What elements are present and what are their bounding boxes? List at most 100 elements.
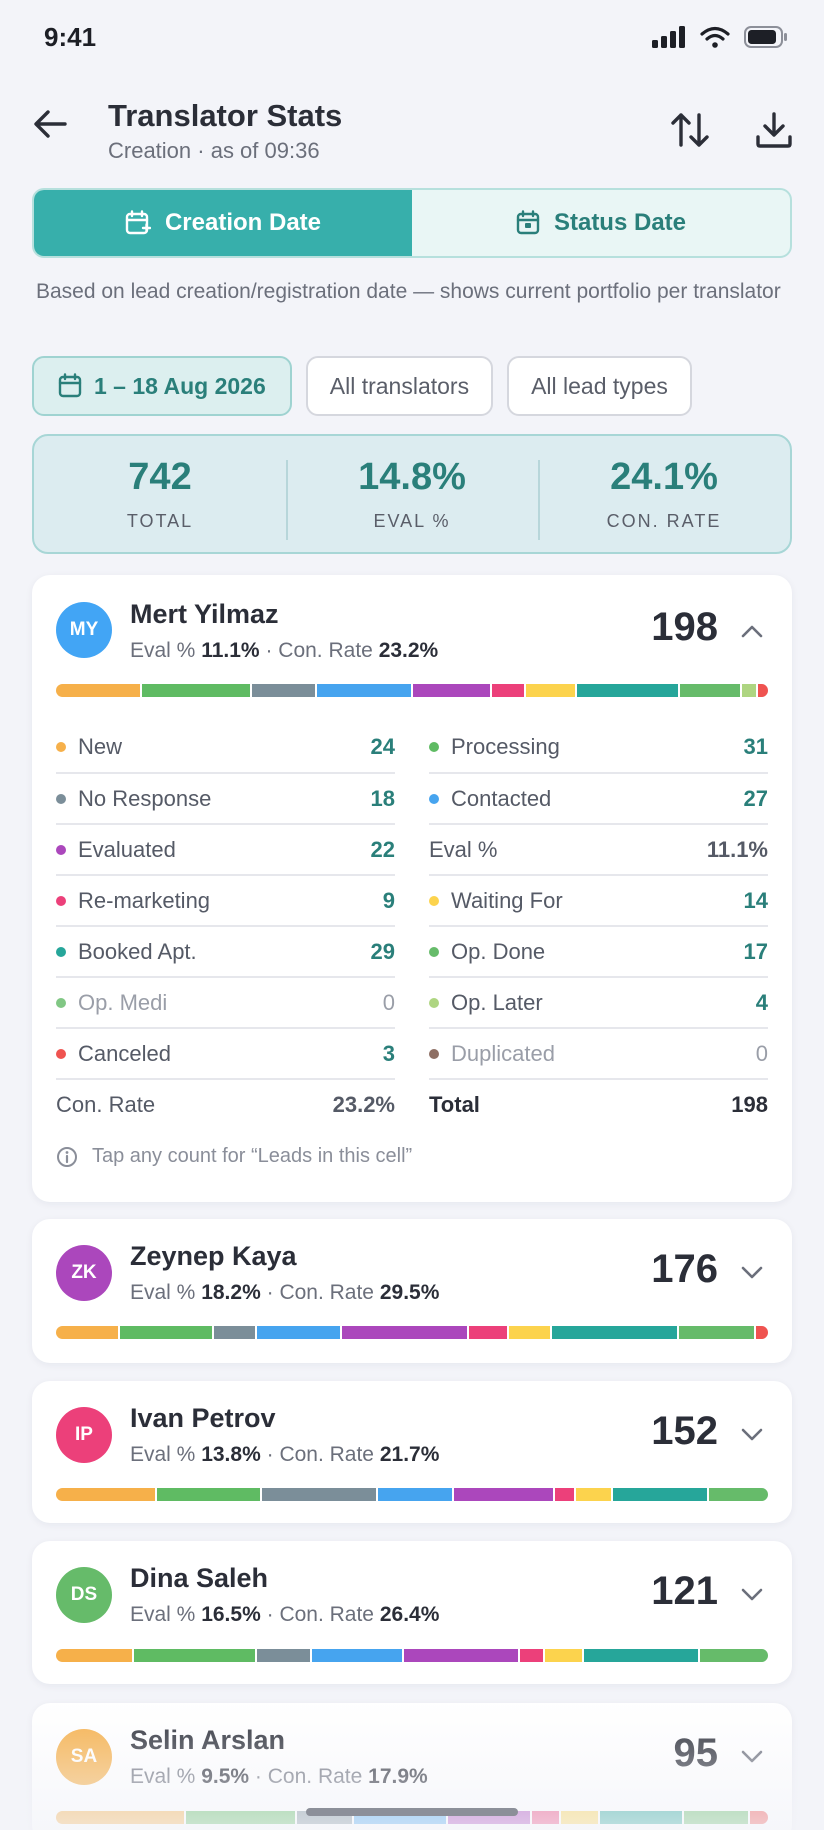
calendar-plus-icon	[125, 210, 151, 235]
expand-button[interactable]	[738, 1743, 766, 1771]
summary-value: 14.8%	[358, 456, 466, 498]
chevron-down-icon	[741, 1750, 763, 1763]
status-dot	[56, 844, 66, 855]
status-dot	[429, 793, 439, 804]
bar-segment	[576, 684, 679, 697]
breakdown-right: Processing 31 Contacted 27 Eval % 11.1% Wai…	[429, 721, 768, 1129]
page-subtitle: Creation · as of 09:36	[108, 138, 320, 163]
eval-row: Eval % 11.1%	[429, 823, 768, 874]
bar-segment	[749, 1811, 768, 1824]
download-icon	[756, 112, 792, 148]
breakdown-row[interactable]: Waiting For 14	[429, 874, 768, 925]
status-dot	[429, 741, 439, 752]
bar-segment	[120, 1326, 212, 1339]
header: Translator Stats Creation · as of 09:36	[0, 90, 824, 170]
chevron-down-icon	[741, 1266, 763, 1279]
bar-segment	[317, 684, 412, 697]
bar-segment	[525, 684, 575, 697]
tab-label: Creation Date	[164, 209, 322, 236]
bar-segment	[141, 684, 251, 697]
battery-icon	[744, 26, 788, 53]
bar-segment	[519, 1649, 543, 1662]
bar-segment	[56, 684, 140, 697]
chevron-down-icon	[741, 1588, 763, 1601]
collapse-button[interactable]	[738, 617, 766, 645]
bar-segment	[56, 1326, 119, 1339]
sort-button[interactable]	[668, 108, 712, 152]
status-bar-chart	[56, 1649, 768, 1662]
translator-card[interactable]: ZK Zeynep Kaya Eval % 18.2% · Con. Rate …	[32, 1219, 792, 1363]
breakdown-row[interactable]: New 24	[56, 721, 395, 772]
breakdown-row[interactable]: Evaluated 22	[56, 823, 395, 874]
tab-status-date[interactable]: Status Date	[412, 190, 790, 256]
bar-segment	[342, 1326, 468, 1339]
bar-segment	[508, 1326, 551, 1339]
expand-button[interactable]	[738, 1421, 766, 1449]
avatar: ZK	[56, 1245, 112, 1301]
translator-metrics: Eval % 16.5% · Con. Rate 26.4%	[130, 1603, 440, 1626]
bar-segment	[683, 1811, 748, 1824]
lead-type-filter[interactable]: All lead types	[507, 356, 692, 416]
bar-segment	[262, 1488, 376, 1501]
breakdown-row[interactable]: No Response 18	[56, 772, 395, 823]
avatar: DS	[56, 1567, 112, 1623]
summary-value: 24.1%	[610, 456, 718, 498]
mode-description: Based on lead creation/registration date…	[36, 280, 781, 303]
expand-button[interactable]	[738, 1581, 766, 1609]
bar-segment	[185, 1811, 296, 1824]
translator-total: 95	[673, 1731, 719, 1775]
breakdown-count: 27	[743, 785, 768, 811]
bar-segment	[612, 1488, 707, 1501]
expand-button[interactable]	[738, 1259, 766, 1287]
bar-segment	[678, 1326, 754, 1339]
bar-segment	[252, 684, 316, 697]
status-breakdown: New 24 No Response 18 Evaluated 22 Re-marke…	[56, 721, 768, 1129]
bar-segment	[708, 1488, 768, 1501]
date-range-filter[interactable]: 1 – 18 Aug 2026	[32, 356, 292, 416]
translator-total: 176	[651, 1247, 718, 1291]
breakdown-count: 4	[755, 989, 768, 1015]
translator-card[interactable]: IP Ivan Petrov Eval % 13.8% · Con. Rate …	[32, 1381, 792, 1523]
status-dot	[56, 946, 66, 957]
breakdown-row[interactable]: Processing 31	[429, 721, 768, 772]
translator-card[interactable]: MY Mert Yilmaz Eval % 11.1% · Con. Rate …	[32, 575, 792, 1202]
breakdown-count: 0	[382, 989, 395, 1015]
breakdown-count: 22	[370, 836, 395, 862]
translator-card[interactable]: DS Dina Saleh Eval % 16.5% · Con. Rate 2…	[32, 1541, 792, 1684]
breakdown-row[interactable]: Booked Apt. 29	[56, 925, 395, 976]
translator-metrics: Eval % 9.5% · Con. Rate 17.9%	[130, 1765, 428, 1788]
back-button[interactable]	[28, 102, 72, 146]
bar-segment	[404, 1649, 518, 1662]
status-dot	[429, 997, 439, 1008]
bar-segment	[757, 684, 768, 697]
breakdown-row[interactable]: Contacted 27	[429, 772, 768, 823]
avatar: IP	[56, 1407, 112, 1463]
breakdown-row[interactable]: Duplicated 0	[429, 1027, 768, 1078]
bar-segment	[554, 1488, 575, 1501]
bar-segment	[576, 1488, 611, 1501]
wifi-icon	[700, 26, 730, 53]
download-button[interactable]	[752, 108, 796, 152]
translator-metrics: Eval % 18.2% · Con. Rate 29.5%	[130, 1281, 440, 1304]
status-dot	[56, 793, 66, 804]
bar-segment	[56, 1488, 155, 1501]
breakdown-row[interactable]: Re-marketing 9	[56, 874, 395, 925]
breakdown-row[interactable]: Canceled 3	[56, 1027, 395, 1078]
breakdown-row[interactable]: Op. Medi 0	[56, 976, 395, 1027]
status-bar-chart	[56, 1488, 768, 1501]
translator-name: Ivan Petrov	[130, 1403, 276, 1433]
bar-segment	[469, 1326, 507, 1339]
home-indicator[interactable]	[306, 1808, 518, 1816]
breakdown-row[interactable]: Op. Later 4	[429, 976, 768, 1027]
sort-icon	[671, 113, 709, 147]
bar-segment	[699, 1649, 768, 1662]
tab-creation-date[interactable]: Creation Date	[34, 190, 412, 256]
date-mode-toggle: Creation Date Status Date	[32, 188, 792, 258]
breakdown-row[interactable]: Op. Done 17	[429, 925, 768, 976]
translator-filter[interactable]: All translators	[305, 356, 494, 416]
translator-total: 121	[651, 1569, 718, 1613]
bar-segment	[544, 1649, 583, 1662]
filter-bar: 1 – 18 Aug 2026 All translators All lead…	[32, 356, 692, 416]
avatar: MY	[56, 602, 112, 658]
status-bar-chart	[56, 684, 768, 697]
